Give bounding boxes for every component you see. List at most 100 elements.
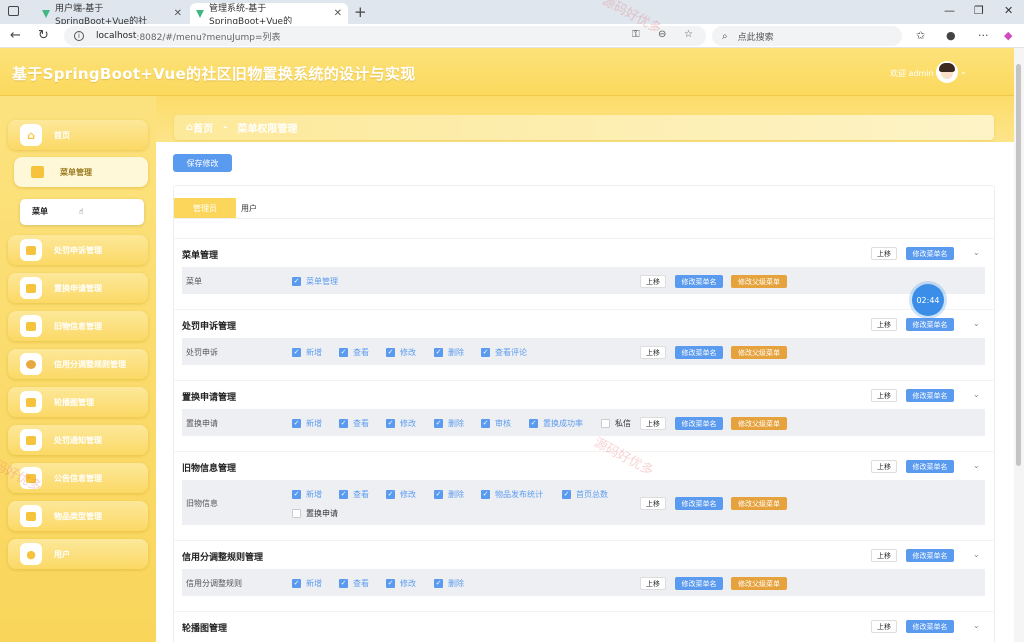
sidebar-item-home[interactable]: ⌂ 首页 bbox=[8, 120, 148, 150]
copilot-icon[interactable]: ◆ bbox=[1004, 29, 1012, 42]
rename-menu-button[interactable]: 修改菜单名 bbox=[906, 549, 954, 562]
scrollbar-thumb[interactable] bbox=[1016, 64, 1021, 466]
row-label: 信用分调整规则 bbox=[186, 579, 242, 588]
close-icon[interactable]: ✕ bbox=[174, 8, 182, 19]
new-tab-icon[interactable]: + bbox=[354, 3, 367, 21]
page-scrollbar[interactable] bbox=[1014, 48, 1024, 642]
rename-menu-button[interactable]: 修改菜单名 bbox=[675, 275, 723, 288]
permission-checkbox[interactable]: ✓ 新增 bbox=[292, 418, 322, 429]
move-up-button[interactable]: 上移 bbox=[871, 549, 897, 562]
rename-menu-button[interactable]: 修改菜单名 bbox=[675, 577, 723, 590]
rename-parent-menu-button[interactable]: 修改父级菜单 bbox=[731, 417, 787, 430]
move-up-button[interactable]: 上移 bbox=[640, 417, 666, 430]
chevron-down-icon[interactable]: ⌄ bbox=[973, 390, 980, 399]
move-up-button[interactable]: 上移 bbox=[640, 275, 666, 288]
window-close-icon[interactable]: ✕ bbox=[1004, 4, 1013, 17]
permission-checkbox[interactable]: ✓ 查看评论 bbox=[481, 347, 527, 358]
sidebar-item-user[interactable]: ● 用户 bbox=[8, 539, 148, 569]
key-icon[interactable]: ⚿ bbox=[632, 29, 640, 40]
rename-parent-menu-button[interactable]: 修改父级菜单 bbox=[731, 346, 787, 359]
permission-checkbox[interactable]: ✓ 查看 bbox=[339, 347, 369, 358]
rename-parent-menu-button[interactable]: 修改父级菜单 bbox=[731, 577, 787, 590]
move-up-button[interactable]: 上移 bbox=[871, 247, 897, 260]
tab-user[interactable]: 用户 bbox=[236, 198, 262, 218]
permission-checkbox[interactable]: ✓ 物品发布统计 bbox=[481, 489, 543, 500]
close-icon[interactable]: ✕ bbox=[334, 8, 342, 19]
profile-icon[interactable]: ● bbox=[946, 29, 956, 42]
url-field[interactable]: i localhost :8082/#/menu?menuJump=列表 ⚿ ⊖… bbox=[64, 26, 706, 46]
permission-checkbox[interactable]: ✓ 修改 bbox=[386, 347, 416, 358]
favorite-star-icon[interactable]: ☆ bbox=[684, 29, 693, 40]
move-up-button[interactable]: 上移 bbox=[871, 620, 897, 633]
move-up-button[interactable]: 上移 bbox=[640, 497, 666, 510]
search-input[interactable]: ⌕ 点此搜索 bbox=[712, 26, 902, 46]
move-up-button[interactable]: 上移 bbox=[871, 460, 897, 473]
sidebar-item-carousel[interactable]: 轮播图管理 bbox=[8, 387, 148, 417]
favorites-icon[interactable]: ✩ bbox=[916, 29, 925, 42]
permission-checkbox[interactable]: ✓ 新增 bbox=[292, 489, 322, 500]
permission-checkbox[interactable]: 置换申请 bbox=[292, 508, 338, 519]
save-button[interactable]: 保存修改 bbox=[173, 154, 232, 172]
permission-checkbox[interactable]: ✓ 新增 bbox=[292, 578, 322, 589]
move-up-button[interactable]: 上移 bbox=[871, 389, 897, 402]
avatar[interactable] bbox=[936, 61, 958, 83]
permission-checkbox[interactable]: ✓ 删除 bbox=[434, 578, 464, 589]
rename-menu-button[interactable]: 修改菜单名 bbox=[906, 318, 954, 331]
sidebar-item-appeal[interactable]: 处罚申诉管理 bbox=[8, 235, 148, 265]
chevron-down-icon[interactable]: ⌄ bbox=[973, 621, 980, 630]
sidebar-item-penalty-notice[interactable]: 处罚通知管理 bbox=[8, 425, 148, 455]
rename-parent-menu-button[interactable]: 修改父级菜单 bbox=[731, 497, 787, 510]
restore-icon[interactable]: ❐ bbox=[974, 4, 984, 17]
floating-timer[interactable]: 02:44 bbox=[912, 284, 944, 316]
sidebar-item-credit-rules[interactable]: 信用分调整规则管理 bbox=[8, 349, 148, 379]
permission-checkbox[interactable]: ✓ 查看 bbox=[339, 418, 369, 429]
permission-checkbox[interactable]: 私信 bbox=[601, 418, 631, 429]
tab-actions-icon[interactable] bbox=[8, 6, 19, 16]
permission-checkbox[interactable]: ✓ 查看 bbox=[339, 489, 369, 500]
rename-menu-button[interactable]: 修改菜单名 bbox=[906, 389, 954, 402]
permission-checkbox[interactable]: ✓ 审核 bbox=[481, 418, 511, 429]
move-up-button[interactable]: 上移 bbox=[640, 577, 666, 590]
permission-checkbox[interactable]: ✓ 修改 bbox=[386, 418, 416, 429]
move-up-button[interactable]: 上移 bbox=[871, 318, 897, 331]
rename-menu-button[interactable]: 修改菜单名 bbox=[675, 346, 723, 359]
rename-menu-button[interactable]: 修改菜单名 bbox=[906, 247, 954, 260]
permission-checkbox[interactable]: ✓ 删除 bbox=[434, 489, 464, 500]
chevron-down-icon[interactable]: ⌄ bbox=[960, 67, 967, 76]
sidebar-item-menu[interactable]: 菜单管理 bbox=[14, 157, 148, 187]
rename-menu-button[interactable]: 修改菜单名 bbox=[906, 620, 954, 633]
chevron-down-icon[interactable]: ⌄ bbox=[973, 319, 980, 328]
browser-tab-admin[interactable]: 管理系统-基于SpringBoot+Vue的 ✕ bbox=[190, 3, 348, 27]
permission-checkbox[interactable]: ✓ 删除 bbox=[434, 347, 464, 358]
sidebar-subitem-menu[interactable]: 菜单 ☝ bbox=[20, 199, 144, 225]
permission-checkbox[interactable]: ✓ 置换成功率 bbox=[529, 418, 583, 429]
rename-menu-button[interactable]: 修改菜单名 bbox=[675, 497, 723, 510]
back-icon[interactable]: ← bbox=[10, 28, 21, 43]
chevron-down-icon[interactable]: ⌄ bbox=[973, 461, 980, 470]
permission-checkbox[interactable]: ✓ 首页总数 bbox=[562, 489, 608, 500]
more-icon[interactable]: ··· bbox=[978, 29, 989, 42]
permission-checkbox[interactable]: ✓ 查看 bbox=[339, 578, 369, 589]
breadcrumb-home[interactable]: 首页 bbox=[193, 120, 213, 135]
permission-checkbox[interactable]: ✓ 新增 bbox=[292, 347, 322, 358]
reload-icon[interactable]: ↻ bbox=[38, 28, 49, 43]
sidebar-item-item-info[interactable]: 旧物信息管理 bbox=[8, 311, 148, 341]
permission-checkbox[interactable]: ✓ 修改 bbox=[386, 489, 416, 500]
home-icon[interactable]: ⌂ bbox=[186, 122, 193, 133]
tab-admin[interactable]: 管理员 bbox=[174, 198, 236, 218]
permission-checkbox[interactable]: ✓ 修改 bbox=[386, 578, 416, 589]
chevron-down-icon[interactable]: ⌄ bbox=[973, 550, 980, 559]
sidebar-item-exchange[interactable]: 置换申请管理 bbox=[8, 273, 148, 303]
info-icon[interactable]: i bbox=[74, 31, 84, 41]
rename-menu-button[interactable]: 修改菜单名 bbox=[906, 460, 954, 473]
chevron-down-icon[interactable]: ⌄ bbox=[973, 248, 980, 257]
minimize-icon[interactable]: — bbox=[944, 4, 955, 17]
sidebar-item-item-type[interactable]: 物品类型管理 bbox=[8, 501, 148, 531]
check-icon: ✓ bbox=[292, 419, 301, 428]
permission-checkbox[interactable]: ✓ 删除 bbox=[434, 418, 464, 429]
rename-parent-menu-button[interactable]: 修改父级菜单 bbox=[731, 275, 787, 288]
move-up-button[interactable]: 上移 bbox=[640, 346, 666, 359]
browser-tab-user[interactable]: 用户端-基于SpringBoot+Vue的社 ✕ bbox=[36, 3, 188, 27]
rename-menu-button[interactable]: 修改菜单名 bbox=[675, 417, 723, 430]
permission-checkbox[interactable]: ✓ 菜单管理 bbox=[292, 276, 338, 287]
